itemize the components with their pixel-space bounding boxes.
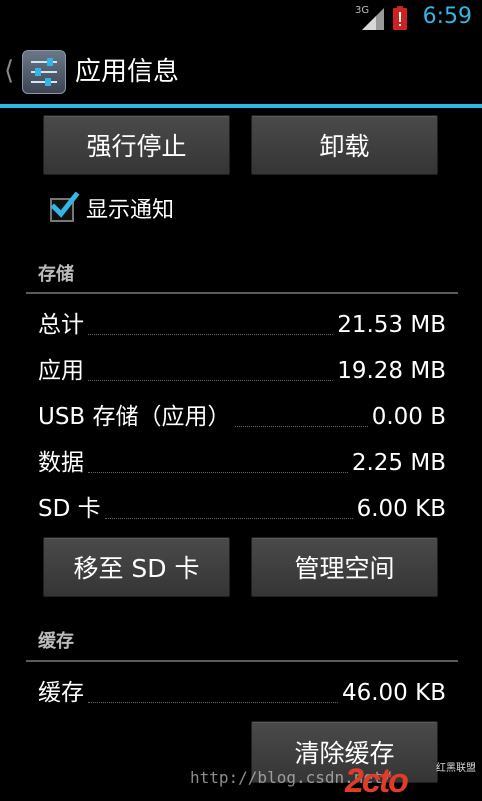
uninstall-button[interactable]: 卸载 <box>251 115 438 175</box>
settings-sliders-icon[interactable] <box>22 50 66 94</box>
storage-row-data: 数据 2.25 MB <box>38 444 446 478</box>
show-notifications-label: 显示通知 <box>86 198 175 223</box>
row-label: SD 卡 <box>38 496 101 522</box>
check-icon <box>50 192 80 218</box>
status-bar: 3G 6:59 <box>0 0 482 38</box>
row-label: 应用 <box>38 358 84 384</box>
action-bar-divider <box>0 104 482 108</box>
row-value: 0.00 B <box>371 404 446 430</box>
force-stop-button[interactable]: 强行停止 <box>43 115 230 175</box>
page-title: 应用信息 <box>75 57 180 87</box>
row-value: 2.25 MB <box>351 450 446 476</box>
row-leader <box>88 701 338 703</box>
move-to-sd-button[interactable]: 移至 SD 卡 <box>43 537 230 597</box>
watermark-site: 红黑联盟 <box>436 763 476 774</box>
storage-section-header: 存储 <box>38 264 74 285</box>
row-leader <box>88 379 334 381</box>
storage-divider <box>26 292 458 294</box>
clock: 6:59 <box>422 4 472 29</box>
battery-alert-icon <box>393 6 407 30</box>
row-label: 数据 <box>38 450 84 476</box>
row-value: 46.00 KB <box>341 680 446 706</box>
storage-row-usb: USB 存储（应用） 0.00 B <box>38 398 446 432</box>
row-label: USB 存储（应用） <box>38 404 231 430</box>
manage-space-button[interactable]: 管理空间 <box>251 537 438 597</box>
row-value: 21.53 MB <box>337 312 446 338</box>
sliders-glyph <box>31 58 57 86</box>
row-leader <box>104 517 353 519</box>
row-leader <box>88 333 334 335</box>
cache-row: 缓存 46.00 KB <box>38 674 446 708</box>
row-leader <box>234 425 368 427</box>
row-label: 缓存 <box>38 680 84 706</box>
storage-row-app: 应用 19.28 MB <box>38 352 446 386</box>
watermark-logo: 2cto <box>345 762 409 800</box>
row-value: 19.28 MB <box>337 358 446 384</box>
row-label: 总计 <box>38 312 84 338</box>
back-icon[interactable]: ⟨ <box>4 58 14 84</box>
cache-divider <box>26 660 458 662</box>
show-notifications-checkbox[interactable] <box>50 192 80 222</box>
storage-row-sd: SD 卡 6.00 KB <box>38 490 446 524</box>
signal-icon <box>362 8 384 30</box>
row-value: 6.00 KB <box>356 496 446 522</box>
storage-row-total: 总计 21.53 MB <box>38 306 446 340</box>
action-bar <box>0 38 482 106</box>
row-leader <box>88 471 348 473</box>
cache-section-header: 缓存 <box>38 631 74 652</box>
